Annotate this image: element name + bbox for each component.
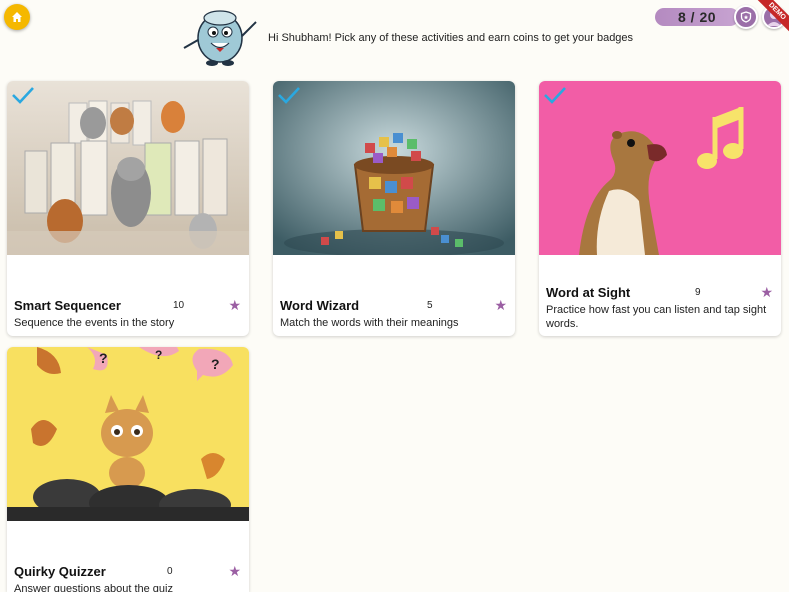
activity-description: Match the words with their meanings	[280, 317, 459, 329]
activity-description: Answer questions about the quiz	[14, 583, 173, 592]
word-wizard-image	[273, 81, 515, 255]
activity-coins: 0	[167, 566, 173, 577]
svg-text:?: ?	[155, 348, 162, 362]
star-icon: ★	[228, 297, 241, 313]
quirky-quizzer-image: ? ? ?	[7, 347, 249, 521]
svg-text:?: ?	[99, 350, 108, 366]
star-icon: ★	[760, 284, 773, 300]
activity-title: Word at Sight	[546, 285, 631, 300]
shield-icon	[740, 11, 752, 23]
coins-progress: 8 / 20	[655, 8, 739, 26]
activity-coins: 10	[173, 300, 185, 311]
activity-title: Word Wizard	[280, 298, 360, 313]
activity-card-quirky-quizzer[interactable]: ? ? ? Quirky Quizzer 0 ★ Answer question…	[7, 347, 249, 592]
star-icon: ★	[494, 297, 507, 313]
activity-card-word-wizard[interactable]: Word Wizard 5 ★ Match the words with the…	[273, 81, 515, 336]
home-icon	[12, 12, 22, 22]
activity-coins: 5	[427, 300, 433, 311]
word-at-sight-image	[539, 81, 781, 255]
greeting-text: Hi Shubham! Pick any of these activities…	[268, 32, 634, 44]
activity-coins: 9	[695, 287, 701, 298]
checkmark-icon	[278, 87, 300, 104]
activity-description: Sequence the events in the story	[14, 317, 175, 329]
badges-button[interactable]	[734, 5, 758, 29]
home-button[interactable]	[4, 4, 30, 30]
activity-card-word-at-sight[interactable]: Word at Sight 9 ★ Practice how fast you …	[539, 81, 781, 336]
activity-title: Quirky Quizzer	[14, 564, 106, 579]
activity-title: Smart Sequencer	[14, 298, 121, 313]
star-icon: ★	[228, 563, 241, 579]
smart-sequencer-image	[7, 81, 249, 255]
checkmark-icon	[544, 87, 566, 104]
svg-text:?: ?	[211, 356, 220, 372]
activity-card-smart-sequencer[interactable]: Smart Sequencer 10 ★ Sequence the events…	[7, 81, 249, 336]
checkmark-icon	[12, 87, 34, 104]
activity-description: Practice how fast you can listen and tap…	[546, 304, 767, 330]
mascot-illustration	[183, 10, 257, 66]
